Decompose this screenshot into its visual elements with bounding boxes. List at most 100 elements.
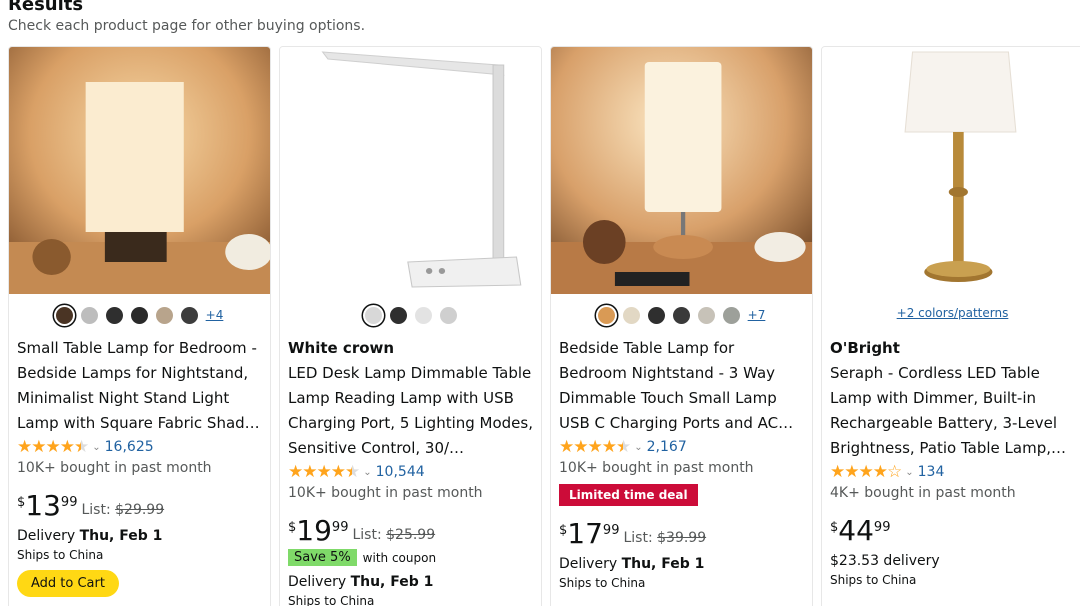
color-swatch-3[interactable] <box>414 306 432 324</box>
delivery-date: Thu, Feb 1 <box>621 556 705 572</box>
color-swatch-3[interactable] <box>647 306 665 324</box>
list-label: List: <box>623 530 653 546</box>
star: ★ <box>288 462 303 482</box>
star: ★ <box>17 437 32 457</box>
star-rating-icon[interactable]: ★★★★★ <box>559 437 631 457</box>
star: ★ <box>31 437 46 457</box>
price-row: $ 17 99 List: $39.99 <box>559 514 806 548</box>
ships-to: Ships to China <box>288 594 375 606</box>
list-price-value: $39.99 <box>657 530 707 546</box>
color-swatch-6[interactable] <box>180 306 198 324</box>
delivery-date: Thu, Feb 1 <box>79 528 163 544</box>
add-to-cart-button[interactable]: Add to Cart <box>17 570 119 597</box>
color-swatches: +7 <box>551 304 812 326</box>
review-count-link[interactable]: 134 <box>918 464 945 480</box>
chevron-down-icon[interactable]: ⌄ <box>905 467 913 478</box>
color-swatch-3[interactable] <box>105 306 123 324</box>
color-swatch-5[interactable] <box>155 306 173 324</box>
color-swatch-6[interactable] <box>722 306 740 324</box>
list-price: List: $39.99 <box>623 530 706 548</box>
product-title[interactable]: Seraph - Cordless LED Table Lamp with Di… <box>830 361 1077 461</box>
bought-count: 10K+ bought in past month <box>17 460 212 476</box>
product-title[interactable]: Small Table Lamp for Bedroom - Bedside L… <box>17 336 264 436</box>
star-rating-icon[interactable]: ★★★★☆ <box>830 462 902 482</box>
price-symbol: $ <box>17 495 26 510</box>
delivery-date: Thu, Feb 1 <box>350 574 434 590</box>
star: ★ <box>844 462 859 482</box>
list-price: List: $29.99 <box>81 502 164 520</box>
review-count-link[interactable]: 16,625 <box>105 439 154 455</box>
product-title[interactable]: Bedside Table Lamp for Bedroom Nightstan… <box>559 336 806 436</box>
price-whole: 13 <box>25 489 61 522</box>
star: ★ <box>302 462 317 482</box>
product-image[interactable] <box>9 47 270 294</box>
chevron-down-icon[interactable]: ⌄ <box>634 442 642 453</box>
coupon-badge[interactable]: Save 5% <box>288 549 357 566</box>
star: ★ <box>573 437 588 457</box>
ships-to: Ships to China <box>830 573 917 587</box>
review-count-link[interactable]: 2,167 <box>647 439 687 455</box>
list-label: List: <box>81 502 111 518</box>
price[interactable]: $ 13 99 <box>17 492 77 520</box>
product-card: +7 Bedside Table Lamp for Bedroom Nights… <box>550 46 813 606</box>
colors-patterns-link[interactable]: +2 colors/patterns <box>822 306 1080 320</box>
price[interactable]: $ 17 99 <box>559 520 619 548</box>
star: ★ <box>330 462 346 482</box>
delivery-label: Delivery <box>288 574 347 590</box>
delivery-label: Delivery <box>17 528 76 544</box>
price-fraction: 99 <box>873 520 891 535</box>
color-swatch-1[interactable] <box>55 306 73 324</box>
ships-to: Ships to China <box>17 548 104 562</box>
results-title: Results <box>8 0 84 15</box>
product-image[interactable] <box>822 47 1080 294</box>
color-swatch-2[interactable] <box>622 306 640 324</box>
rating: ★★★★★ ⌄ 2,167 <box>559 436 806 458</box>
list-price-value: $29.99 <box>115 502 165 518</box>
star: ★ <box>316 462 332 482</box>
color-swatch-1[interactable] <box>364 306 382 324</box>
rating: ★★★★★ ⌄ 16,625 <box>17 436 264 458</box>
results-subtitle: Check each product page for other buying… <box>8 18 366 34</box>
price-whole: 44 <box>838 514 874 547</box>
price[interactable]: $ 19 99 <box>288 517 348 545</box>
product-brand: White crown <box>288 339 395 357</box>
star: ★ <box>74 437 89 457</box>
rating: ★★★★☆ ⌄ 134 <box>830 461 1077 483</box>
star-rating-icon[interactable]: ★★★★★ <box>17 437 89 457</box>
color-swatches <box>280 304 541 326</box>
color-swatch-4[interactable] <box>672 306 690 324</box>
star: ★ <box>830 462 845 482</box>
price-whole: 19 <box>296 514 332 547</box>
price-fraction: 99 <box>60 495 78 510</box>
color-swatches: +4 <box>9 304 270 326</box>
review-count-link[interactable]: 10,544 <box>376 464 425 480</box>
results-header: Results Check each product page for othe… <box>8 0 365 34</box>
delivery-info: Delivery Thu, Feb 1 <box>559 556 806 572</box>
product-title[interactable]: LED Desk Lamp Dimmable Table Lamp Readin… <box>288 361 535 461</box>
color-swatch-2[interactable] <box>80 306 98 324</box>
star-rating-icon[interactable]: ★★★★★ <box>288 462 360 482</box>
price-fraction: 99 <box>602 523 620 538</box>
price-symbol: $ <box>288 520 297 535</box>
delivery-label: $23.53 delivery <box>830 553 940 569</box>
delivery-info: $23.53 delivery <box>830 553 1077 569</box>
star: ★ <box>616 437 631 457</box>
bought-count: 10K+ bought in past month <box>288 485 483 501</box>
color-swatch-4[interactable] <box>439 306 457 324</box>
more-colors-link[interactable]: +7 <box>748 308 766 322</box>
star: ★ <box>45 437 61 457</box>
star: ★ <box>59 437 75 457</box>
product-image[interactable] <box>551 47 812 294</box>
color-swatch-2[interactable] <box>389 306 407 324</box>
chevron-down-icon[interactable]: ⌄ <box>363 467 371 478</box>
color-swatch-5[interactable] <box>697 306 715 324</box>
color-swatch-4[interactable] <box>130 306 148 324</box>
delivery-info: Delivery Thu, Feb 1 <box>17 528 264 544</box>
product-image[interactable] <box>280 47 541 294</box>
chevron-down-icon[interactable]: ⌄ <box>92 442 100 453</box>
price[interactable]: $ 44 99 <box>830 517 890 545</box>
color-swatch-1[interactable] <box>597 306 615 324</box>
star: ★ <box>587 437 603 457</box>
rating: ★★★★★ ⌄ 10,544 <box>288 461 535 483</box>
more-colors-link[interactable]: +4 <box>206 308 224 322</box>
